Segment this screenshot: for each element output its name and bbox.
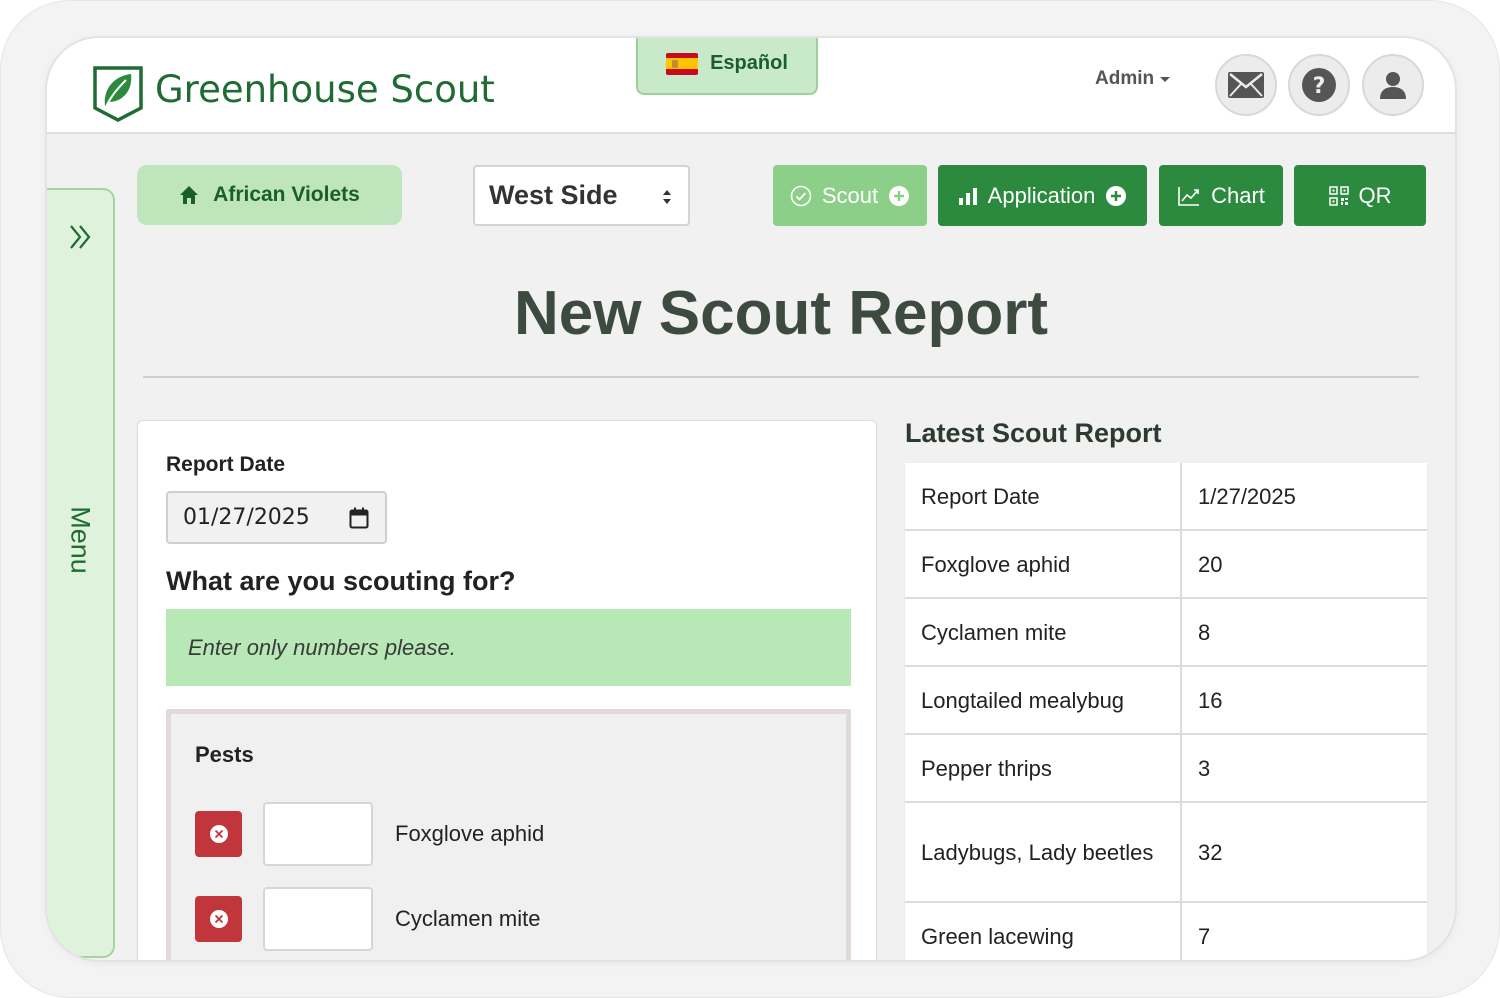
bar-chart-icon xyxy=(958,187,977,205)
language-label: Español xyxy=(710,52,788,74)
chart-button[interactable]: Chart xyxy=(1159,165,1283,226)
table-row: Green lacewing 7 xyxy=(905,902,1427,960)
line-chart-icon xyxy=(1178,186,1200,206)
row-label: Foxglove aphid xyxy=(905,530,1182,599)
row-value: 16 xyxy=(1181,666,1427,735)
report-date-input[interactable]: 01/27/2025 xyxy=(166,491,387,544)
admin-label: Admin xyxy=(1095,68,1155,89)
latest-report-table: Report Date 1/27/2025 Foxglove aphid 20 … xyxy=(905,463,1427,960)
qr-label: QR xyxy=(1358,182,1392,208)
qr-button[interactable]: QR xyxy=(1294,165,1426,226)
location-value: West Side xyxy=(489,180,618,210)
crop-button[interactable]: African Violets xyxy=(137,165,402,225)
application-label: Application xyxy=(987,182,1096,208)
location-select[interactable]: West Side xyxy=(473,165,690,226)
row-value: 32 xyxy=(1181,802,1427,903)
mail-button[interactable] xyxy=(1215,54,1277,116)
pests-title: Pests xyxy=(195,742,254,767)
crop-label: African Violets xyxy=(213,183,360,206)
spain-flag-icon xyxy=(666,52,699,75)
row-label: Pepper thrips xyxy=(905,734,1182,803)
scouting-question: What are you scouting for? xyxy=(166,566,516,596)
scout-label: Scout xyxy=(821,182,879,208)
report-date-value: 01/27/2025 xyxy=(183,505,310,530)
qr-code-icon xyxy=(1328,185,1349,206)
plus-circle-icon xyxy=(1106,185,1127,206)
table-row: Ladybugs, Lady beetles 32 xyxy=(905,802,1427,903)
admin-dropdown[interactable]: Admin xyxy=(1095,68,1171,90)
app-screen: Greenhouse Scout Español Admin ? Menu Af… xyxy=(47,38,1455,960)
row-value: 1/27/2025 xyxy=(1181,463,1427,531)
pests-section: Pests Foxglove aphid Cyclamen mite xyxy=(166,709,851,960)
help-icon: ? xyxy=(1302,68,1336,102)
select-arrows-icon xyxy=(663,190,671,204)
application-button[interactable]: Application xyxy=(938,165,1147,226)
help-button[interactable]: ? xyxy=(1288,54,1350,116)
mail-icon xyxy=(1228,72,1264,98)
page-title: New Scout Report xyxy=(514,279,1048,348)
menu-label: Menu xyxy=(65,506,96,574)
side-menu-tab[interactable]: Menu xyxy=(47,188,115,958)
pest-name: Foxglove aphid xyxy=(395,821,545,846)
table-row: Foxglove aphid 20 xyxy=(905,530,1427,599)
scout-form-card: Report Date 01/27/2025 What are you scou… xyxy=(137,420,877,960)
numbers-hint: Enter only numbers please. xyxy=(166,609,851,686)
table-row: Cyclamen mite 8 xyxy=(905,598,1427,667)
pest-count-input[interactable] xyxy=(263,802,373,866)
remove-icon xyxy=(209,910,228,928)
row-label: Green lacewing xyxy=(905,902,1182,960)
title-divider xyxy=(143,376,1419,378)
row-label: Ladybugs, Lady beetles xyxy=(905,802,1182,903)
device-frame: Greenhouse Scout Español Admin ? Menu Af… xyxy=(0,0,1500,998)
pest-name: Cyclamen mite xyxy=(395,906,541,931)
pest-count-input[interactable] xyxy=(263,887,373,951)
double-chevron-right-icon xyxy=(70,225,91,249)
chart-label: Chart xyxy=(1211,182,1265,208)
row-value: 20 xyxy=(1181,530,1427,599)
row-label: Longtailed mealybug xyxy=(905,666,1182,735)
table-row: Pepper thrips 3 xyxy=(905,734,1427,803)
pest-row: Cyclamen mite xyxy=(195,887,795,951)
calendar-icon[interactable] xyxy=(349,507,369,529)
remove-icon xyxy=(209,825,228,843)
report-date-label: Report Date xyxy=(166,453,286,476)
row-value: 8 xyxy=(1181,598,1427,667)
user-button[interactable] xyxy=(1362,54,1424,116)
row-label: Cyclamen mite xyxy=(905,598,1182,667)
app-title[interactable]: Greenhouse Scout xyxy=(155,68,495,111)
table-row: Report Date 1/27/2025 xyxy=(905,463,1427,531)
user-icon xyxy=(1380,72,1406,99)
leaf-logo-icon[interactable] xyxy=(91,62,145,122)
check-circle-icon xyxy=(790,185,812,206)
language-button[interactable]: Español xyxy=(636,38,818,95)
table-row: Longtailed mealybug 16 xyxy=(905,666,1427,735)
scout-button[interactable]: Scout xyxy=(773,165,927,226)
remove-pest-button[interactable] xyxy=(195,896,242,942)
top-header: Greenhouse Scout Español Admin ? xyxy=(47,38,1455,134)
home-icon xyxy=(180,186,199,204)
plus-circle-icon xyxy=(889,185,910,206)
caret-down-icon xyxy=(1160,76,1171,82)
pest-row: Foxglove aphid xyxy=(195,802,795,866)
svg-text:?: ? xyxy=(1313,74,1326,99)
remove-pest-button[interactable] xyxy=(195,811,242,857)
row-label: Report Date xyxy=(905,463,1182,531)
row-value: 3 xyxy=(1181,734,1427,803)
row-value: 7 xyxy=(1181,902,1427,960)
latest-report-title: Latest Scout Report xyxy=(905,418,1162,448)
